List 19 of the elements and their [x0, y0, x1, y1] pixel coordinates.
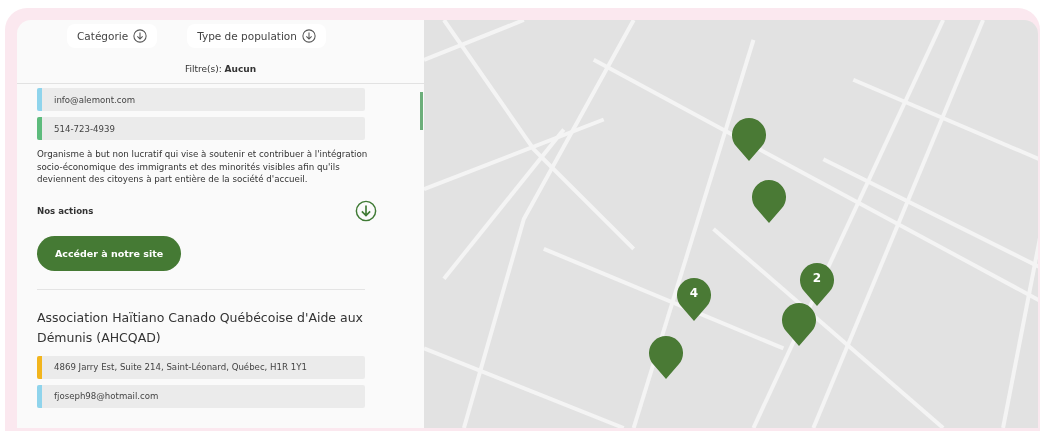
organization-name: Association Haïtiano Canado Québécoise d'Aide aux Démunis (AHCQAD)	[37, 308, 364, 347]
contact-text: 514-723-4939	[53, 123, 115, 134]
website-button[interactable]: Accéder à notre site	[37, 235, 182, 271]
contact-text: fjoseph98@hotmail.com	[53, 391, 159, 402]
filter-dropdown[interactable]: Type de population	[187, 24, 326, 48]
map-pin-icon[interactable]	[751, 178, 787, 224]
cluster-marker[interactable]: 2	[799, 261, 835, 307]
map-pin-icon[interactable]	[731, 116, 767, 162]
active-filters: Filtre(s): Aucun	[17, 48, 424, 84]
filter-dropdown[interactable]: Catégorie	[67, 24, 158, 48]
map[interactable]: 4 2	[424, 20, 1038, 428]
map-pin-icon[interactable]	[648, 334, 684, 380]
actions-label: Nos actions	[37, 205, 94, 216]
contact-text: info@alemont.com	[53, 94, 136, 105]
description: Organisme à but non lucratif qui vise à soutenir et contribuer à l'intégration socio-économique des immigrants et des minorités visibles afin qu'ils deviennent des citoyens à part entière de la société d'accueil.	[37, 148, 369, 186]
scrollbar-thumb[interactable]	[420, 92, 423, 130]
contact-text: 4869 Jarry Est, Suite 214, Saint-Léonard, Québec, H1R 1Y1	[53, 362, 307, 373]
cluster-marker[interactable]: 4	[676, 276, 712, 322]
map-pin-icon[interactable]	[781, 301, 817, 347]
